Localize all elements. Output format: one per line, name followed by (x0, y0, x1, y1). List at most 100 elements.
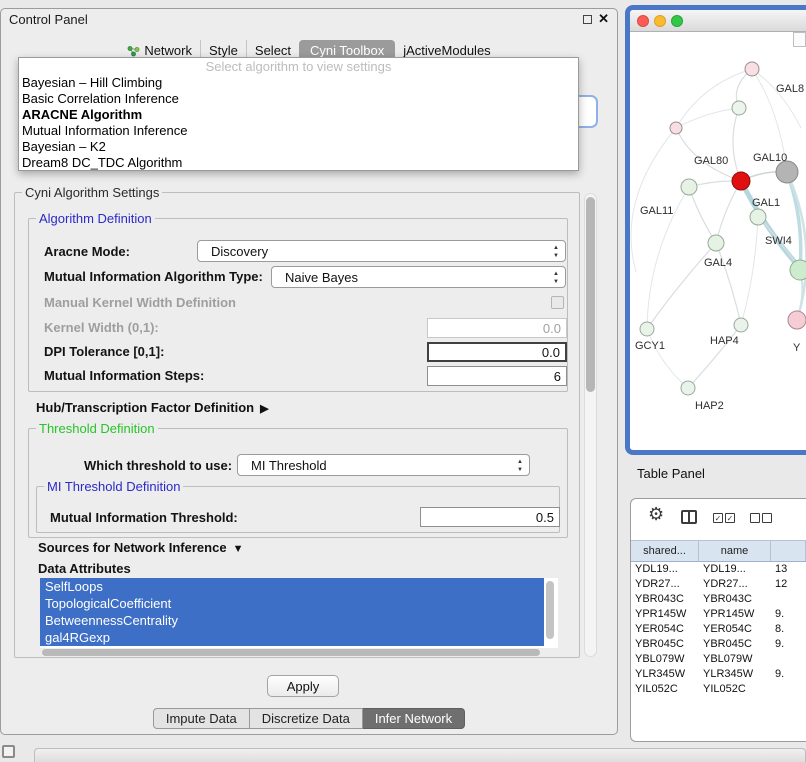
table-row[interactable]: YIL052CYIL052C (631, 682, 806, 697)
dpi-tolerance-field[interactable] (427, 342, 567, 362)
network-edge[interactable] (631, 128, 676, 272)
attribute-item[interactable]: TopologicalCoefficient (40, 595, 544, 612)
table-row[interactable]: YBR043CYBR043C (631, 592, 806, 607)
mi-threshold-field[interactable] (420, 507, 560, 527)
network-edge[interactable] (733, 108, 741, 181)
column-header[interactable] (771, 541, 806, 561)
select-all-checkbox-icon[interactable]: ✓ (725, 513, 735, 523)
hub-definition-disclosure[interactable]: Hub/Transcription Factor Definition▶ (36, 400, 269, 415)
network-node[interactable] (708, 235, 724, 251)
float-window-icon[interactable] (583, 15, 592, 24)
table-row[interactable]: YBL079WYBL079W (631, 652, 806, 667)
table-row[interactable]: YPR145WYPR145W9. (631, 607, 806, 622)
network-edge[interactable] (647, 329, 688, 388)
table-cell: YLR345W (699, 667, 771, 682)
algorithm-option[interactable]: Basic Correlation Inference (19, 91, 578, 107)
table-row[interactable]: YBR045CYBR045C9. (631, 637, 806, 652)
attribute-item[interactable]: gal4RGexp (40, 629, 544, 646)
birdseye-view-icon[interactable] (793, 32, 806, 47)
attributes-list-horizontal-scrollbar[interactable] (42, 649, 540, 656)
table-cell: YPR145W (699, 607, 771, 622)
minimize-traffic-light-icon[interactable] (654, 15, 666, 27)
table-row[interactable]: YDR27...YDR27...12 (631, 577, 806, 592)
network-node[interactable] (640, 322, 654, 336)
application-desktop: Control Panel ✕ NetworkStyleSelectCyni T… (0, 0, 806, 762)
close-traffic-light-icon[interactable] (637, 15, 649, 27)
attribute-item[interactable]: BetweennessCentrality (40, 612, 544, 629)
apply-button[interactable]: Apply (267, 675, 339, 697)
attribute-item[interactable]: SelfLoops (40, 578, 544, 595)
network-edge[interactable] (741, 181, 800, 268)
table-cell: 9. (771, 667, 806, 682)
network-edge[interactable] (647, 243, 716, 329)
cyni-settings-group-title: Cyni Algorithm Settings (22, 185, 162, 200)
gear-icon[interactable]: ⚙ (648, 504, 664, 525)
table-cell: YBR043C (699, 592, 771, 607)
network-edge[interactable] (716, 243, 741, 325)
tab-impute-data[interactable]: Impute Data (153, 708, 250, 729)
table-cell: YIL052C (631, 682, 699, 697)
which-threshold-combo[interactable]: MI Threshold ▲▼ (237, 454, 530, 476)
network-edge[interactable] (716, 181, 741, 243)
table-body: YDL19...YDL19...13YDR27...YDR27...12YBR0… (631, 562, 806, 697)
select-all-checkbox-icon[interactable]: ✓ (713, 513, 723, 523)
network-window-titlebar[interactable] (630, 10, 806, 32)
network-node[interactable] (681, 179, 697, 195)
table-row[interactable]: YER054CYER054C8. (631, 622, 806, 637)
network-node[interactable] (790, 260, 806, 280)
network-node[interactable] (750, 209, 766, 225)
tab-discretize-data[interactable]: Discretize Data (250, 708, 363, 729)
network-node[interactable] (776, 161, 798, 183)
network-node[interactable] (734, 318, 748, 332)
mi-steps-field[interactable] (427, 366, 567, 386)
close-window-icon[interactable]: ✕ (598, 11, 609, 27)
algorithm-option[interactable]: Bayesian – Hill Climbing (19, 75, 578, 91)
aracne-mode-combo[interactable]: Discovery ▲▼ (197, 240, 566, 262)
network-edge[interactable] (676, 69, 752, 128)
network-icon (127, 45, 140, 57)
hub-definition-label: Hub/Transcription Factor Definition (36, 400, 254, 415)
network-node-label: GCY1 (635, 340, 665, 352)
network-edge[interactable] (741, 215, 758, 325)
manual-kernel-width-checkbox[interactable] (551, 296, 564, 309)
zoom-traffic-light-icon[interactable] (671, 15, 683, 27)
mi-threshold-group-title: MI Threshold Definition (44, 479, 183, 494)
network-node[interactable] (670, 122, 682, 134)
network-node[interactable] (788, 311, 806, 329)
algorithm-option[interactable]: Bayesian – K2 (19, 139, 578, 155)
network-node[interactable] (745, 62, 759, 76)
table-cell: YPR145W (631, 607, 699, 622)
table-row[interactable]: YDL19...YDL19...13 (631, 562, 806, 577)
network-node-label: SWI4 (765, 235, 792, 247)
restore-panel-icon[interactable] (2, 745, 15, 758)
algorithm-option[interactable]: ARACNE Algorithm (19, 107, 578, 123)
network-node[interactable] (681, 381, 695, 395)
network-edge[interactable] (752, 69, 801, 128)
sources-disclosure[interactable]: Sources for Network Inference▼ (38, 540, 243, 555)
network-node[interactable] (732, 101, 746, 115)
settings-scrollbar-thumb[interactable] (586, 197, 595, 392)
network-canvas-container[interactable]: GAL8GAL80GAL10GAL11GAL1SWI4GAL4GCY1HAP4H… (630, 32, 806, 449)
algorithm-option[interactable]: Mutual Information Inference (19, 123, 578, 139)
column-header[interactable]: name (699, 541, 771, 561)
data-attributes-list[interactable]: SelfLoopsTopologicalCoefficientBetweenne… (40, 578, 558, 648)
table-cell (771, 652, 806, 667)
deselect-all-checkbox-icon[interactable] (750, 513, 760, 523)
network-node[interactable] (732, 172, 750, 190)
table-cell: YBR045C (631, 637, 699, 652)
kernel-width-field (427, 318, 567, 338)
tab-infer-network[interactable]: Infer Network (363, 708, 465, 729)
columns-icon[interactable] (681, 510, 697, 524)
network-edge[interactable] (689, 187, 716, 243)
collapsed-bottom-panel[interactable] (34, 748, 806, 762)
network-canvas[interactable]: GAL8GAL80GAL10GAL11GAL1SWI4GAL4GCY1HAP4H… (630, 32, 806, 449)
data-attributes-label: Data Attributes (38, 561, 131, 576)
attributes-list-vertical-scrollbar[interactable] (546, 581, 554, 639)
table-row[interactable]: YLR345WYLR345W9. (631, 667, 806, 682)
algorithm-option[interactable]: Dream8 DC_TDC Algorithm (19, 155, 578, 171)
deselect-all-checkbox-icon[interactable] (762, 513, 772, 523)
network-edge[interactable] (676, 108, 739, 128)
mi-algorithm-type-combo[interactable]: Naive Bayes ▲▼ (271, 266, 566, 288)
settings-scrollbar[interactable] (584, 193, 597, 657)
column-header[interactable]: shared... (631, 541, 699, 561)
